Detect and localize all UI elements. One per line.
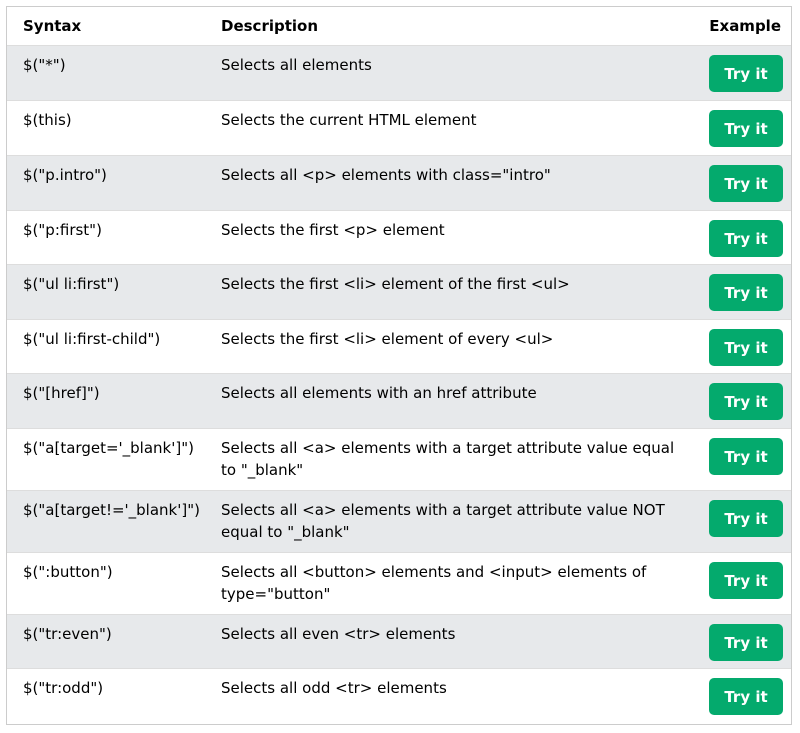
table-row: $(":button") Selects all <button> elemen… (7, 553, 791, 615)
try-it-button[interactable]: Try it (709, 383, 783, 420)
header-example: Example (709, 17, 781, 35)
try-it-button[interactable]: Try it (709, 55, 783, 92)
try-it-button[interactable]: Try it (709, 678, 783, 715)
try-it-button[interactable]: Try it (709, 624, 783, 661)
table-row: $("a[target!='_blank']") Selects all <a>… (7, 491, 791, 553)
try-it-button[interactable]: Try it (709, 562, 783, 599)
table-row: $("tr:even") Selects all even <tr> eleme… (7, 615, 791, 669)
syntax-cell: $("*") (23, 56, 66, 74)
try-it-button[interactable]: Try it (709, 500, 783, 537)
description-cell: Selects all <a> elements with a target a… (221, 439, 675, 479)
syntax-cell: $("ul li:first-child") (23, 330, 161, 348)
description-cell: Selects all elements with an href attrib… (221, 384, 537, 402)
table-row: $("[href]") Selects all elements with an… (7, 374, 791, 429)
syntax-cell: $("a[target!='_blank']") (23, 501, 200, 519)
syntax-cell: $("p:first") (23, 221, 102, 239)
header-description: Description (221, 17, 319, 35)
try-it-button[interactable]: Try it (709, 329, 783, 366)
table-row: $(this) Selects the current HTML element… (7, 101, 791, 156)
description-cell: Selects all <button> elements and <input… (221, 563, 647, 603)
table-row: $("ul li:first") Selects the first <li> … (7, 265, 791, 320)
description-cell: Selects all <p> elements with class="int… (221, 166, 551, 184)
table-row: $("p:first") Selects the first <p> eleme… (7, 211, 791, 265)
description-cell: Selects all <a> elements with a target a… (221, 501, 665, 541)
description-cell: Selects all elements (221, 56, 372, 74)
try-it-button[interactable]: Try it (709, 165, 783, 202)
try-it-button[interactable]: Try it (709, 110, 783, 147)
try-it-button[interactable]: Try it (709, 274, 783, 311)
description-cell: Selects the current HTML element (221, 111, 477, 129)
syntax-cell: $(this) (23, 111, 72, 129)
table-row: $("a[target='_blank']") Selects all <a> … (7, 429, 791, 491)
description-cell: Selects all even <tr> elements (221, 625, 456, 643)
try-it-button[interactable]: Try it (709, 438, 783, 475)
description-cell: Selects all odd <tr> elements (221, 679, 447, 697)
syntax-cell: $(":button") (23, 563, 113, 581)
syntax-cell: $("tr:even") (23, 625, 112, 643)
table-row: $("p.intro") Selects all <p> elements wi… (7, 156, 791, 211)
selector-reference-table: Syntax Description Example $("*") Select… (6, 6, 792, 725)
table-row: $("tr:odd") Selects all odd <tr> element… (7, 669, 791, 724)
syntax-cell: $("ul li:first") (23, 275, 120, 293)
description-cell: Selects the first <li> element of the fi… (221, 275, 570, 293)
header-syntax: Syntax (23, 17, 82, 35)
try-it-button[interactable]: Try it (709, 220, 783, 257)
table-row: $("*") Selects all elements Try it (7, 46, 791, 101)
syntax-cell: $("a[target='_blank']") (23, 439, 194, 457)
description-cell: Selects the first <p> element (221, 221, 445, 239)
syntax-cell: $("[href]") (23, 384, 100, 402)
syntax-cell: $("tr:odd") (23, 679, 104, 697)
description-cell: Selects the first <li> element of every … (221, 330, 554, 348)
table-header-row: Syntax Description Example (7, 7, 791, 46)
syntax-cell: $("p.intro") (23, 166, 107, 184)
table-row: $("ul li:first-child") Selects the first… (7, 320, 791, 374)
